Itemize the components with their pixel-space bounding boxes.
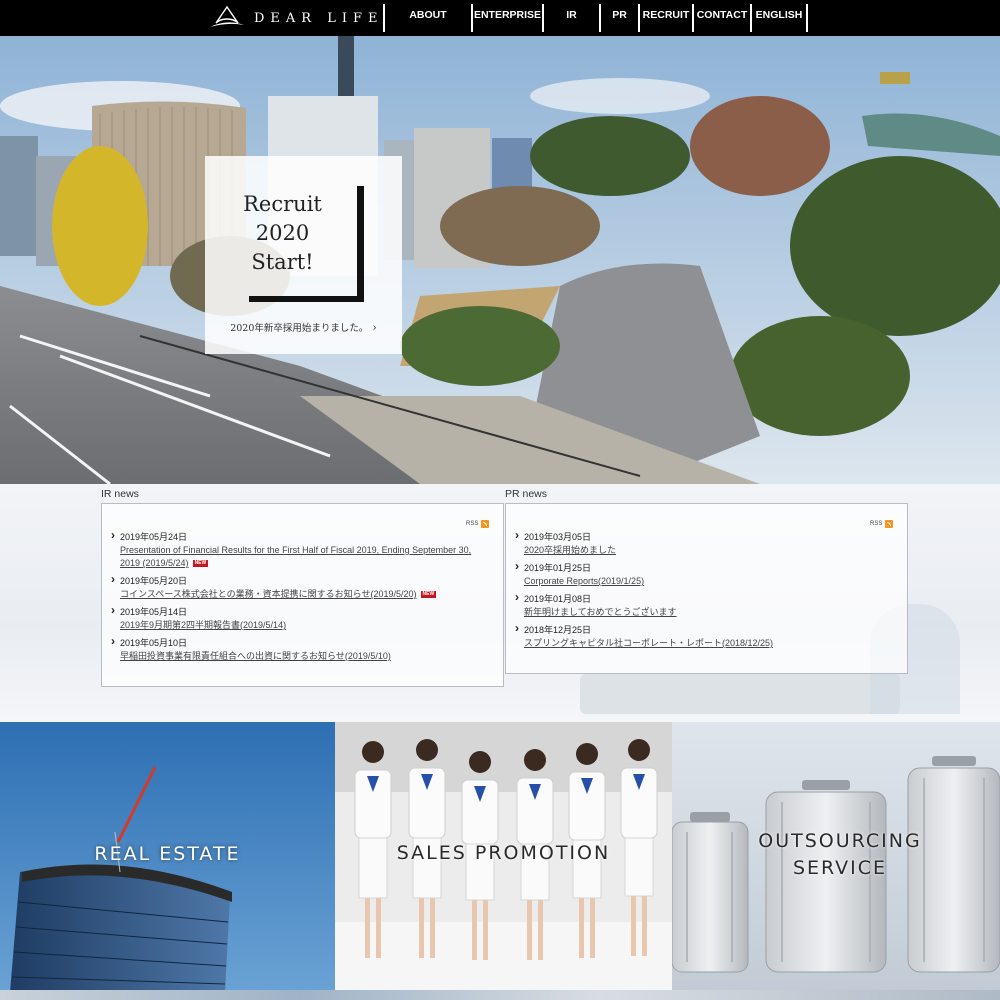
news-date: 2018年12月25日 [515,622,894,637]
news-title: Presentation of Financial Results for th… [120,545,472,568]
news-link[interactable]: 早稲田投資事業有限責任組合への出資に関するお知らせ(2019/5/10) [120,650,490,663]
outsourcing-service-tile[interactable]: OUTSOURCING SERVICE [672,722,1000,992]
nav-recruit[interactable]: RECRUIT [640,4,692,32]
news-title: コインスペース株式会社との業務・資本提携に関するお知らせ(2019/5/20) [120,589,417,599]
ir-rss-link[interactable]: RSS [466,520,490,528]
sales-promotion-label: SALES PROMOTION [396,842,611,864]
nav-english[interactable]: ENGLISH [752,4,806,32]
recruit-subtitle: 2020年新卒採用始まりました。 › [205,320,402,334]
news-link[interactable]: スプリングキャピタル社コーポレート・レポート(2018/12/25) [524,637,894,650]
main-nav: ABOUT ENTERPRISE IR PR RECRUIT CONTACT E… [383,4,808,32]
desk-item-background [580,674,900,714]
recruit-2020-banner[interactable]: Recruit 2020 Start! 2020年新卒採用始まりました。 › [205,156,402,354]
rss-icon [481,520,490,528]
nav-divider [806,4,808,32]
new-badge: NEW [192,560,209,568]
rss-icon [885,520,894,528]
news-date: 2019年03月05日 [515,529,894,544]
list-item: 2019年05月10日 早稲田投資事業有限責任組合への出資に関するお知らせ(20… [111,635,490,663]
footer-banner-strip [0,990,1000,1000]
recruit-bracket-horizontal [249,296,364,302]
nav-enterprise[interactable]: ENTERPRISE [473,4,542,32]
pr-news-heading: PR news [505,488,548,500]
news-link[interactable]: コインスペース株式会社との業務・資本提携に関するお知らせ(2019/5/20) N… [120,588,490,601]
nav-about[interactable]: ABOUT [385,4,471,32]
logo-text: DEAR LIFE [254,10,384,26]
news-link[interactable]: Corporate Reports(2019/1/25) [524,575,894,588]
news-date: 2019年05月14日 [111,604,490,619]
rss-label: RSS [466,521,479,527]
list-item: 2019年05月14日 2019年9月期第2四半期報告書(2019/5/14) [111,604,490,632]
news-link[interactable]: 2020卒採用始めました [524,544,894,557]
nav-contact[interactable]: CONTACT [694,4,750,32]
news-link[interactable]: Presentation of Financial Results for th… [120,544,490,570]
news-link[interactable]: 新年明けましておめでとうございます [524,606,894,619]
rss-label: RSS [870,521,883,527]
pr-news-panel: RSS 2019年03月05日 2020卒採用始めました 2019年01月25日… [505,503,908,674]
nav-pr[interactable]: PR [601,4,638,32]
tokyo-cityscape-photo [0,36,1000,484]
list-item: 2019年05月24日 Presentation of Financial Re… [111,529,490,570]
recruit-subtitle-text: 2020年新卒採用始まりました。 [230,323,369,334]
outsourcing-service-label: OUTSOURCING SERVICE [758,830,922,879]
list-item: 2019年01月25日 Corporate Reports(2019/1/25) [515,560,894,588]
news-date: 2019年05月10日 [111,635,490,650]
news-section: IR news PR news RSS 2019年05月24日 Presenta… [0,484,1000,722]
news-date: 2019年05月20日 [111,573,490,588]
ir-news-panel: RSS 2019年05月24日 Presentation of Financia… [101,503,504,687]
site-logo[interactable]: DEAR LIFE [208,5,384,31]
chevron-right-icon: › [372,321,377,334]
list-item: 2019年05月20日 コインスペース株式会社との業務・資本提携に関するお知らせ… [111,573,490,601]
ir-news-heading: IR news [101,488,139,500]
nav-ir[interactable]: IR [544,4,599,32]
list-item: 2019年03月05日 2020卒採用始めました [515,529,894,557]
news-date: 2019年01月08日 [515,591,894,606]
pr-rss-link[interactable]: RSS [870,520,894,528]
recruit-title: Recruit 2020 Start! [243,192,322,274]
hero-banner: Recruit 2020 Start! 2020年新卒採用始まりました。 › [0,36,1000,484]
list-item: 2019年01月08日 新年明けましておめでとうございます [515,591,894,619]
news-date: 2019年05月24日 [111,529,490,544]
dear-life-logo-icon [210,5,244,27]
list-item: 2018年12月25日 スプリングキャピタル社コーポレート・レポート(2018/… [515,622,894,650]
site-header: DEAR LIFE ABOUT ENTERPRISE IR PR RECRUIT… [0,0,1000,36]
news-date: 2019年01月25日 [515,560,894,575]
recruit-bracket-vertical [357,186,364,302]
new-badge: NEW [420,591,437,599]
sales-promotion-tile[interactable]: SALES PROMOTION [335,722,672,992]
real-estate-label: REAL ESTATE [94,843,241,865]
real-estate-tile[interactable]: REAL ESTATE [0,722,335,992]
news-link[interactable]: 2019年9月期第2四半期報告書(2019/5/14) [120,619,490,632]
